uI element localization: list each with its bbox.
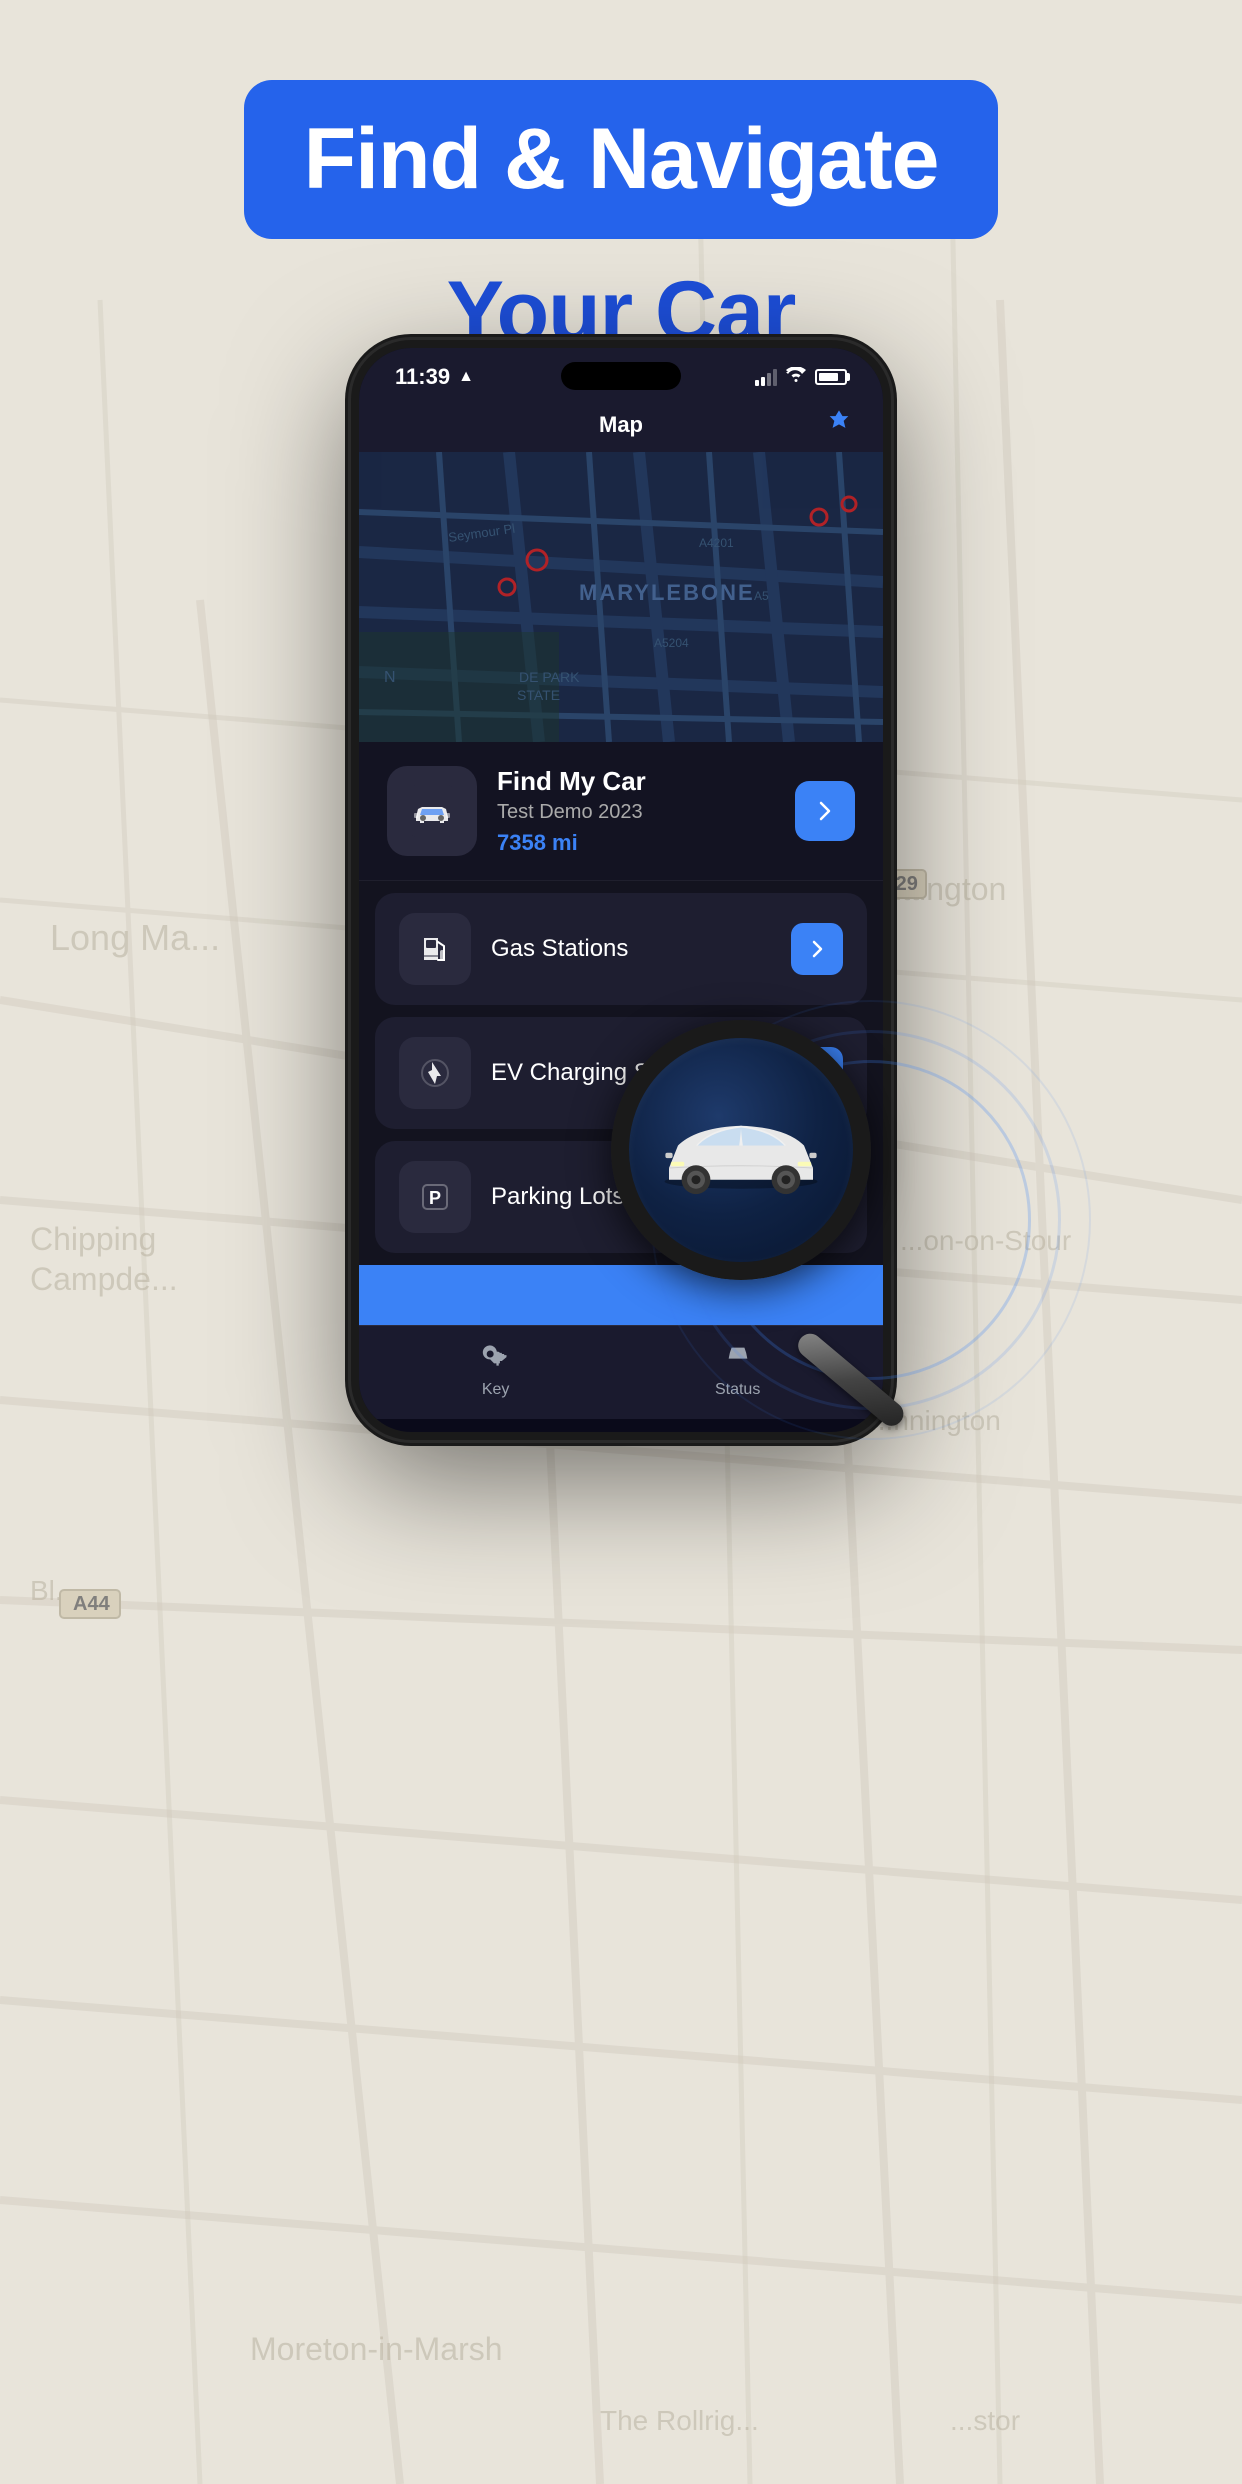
battery-icon: [815, 369, 847, 385]
magnifier-glass: [611, 1020, 871, 1280]
map-view: MARYLEBONE DE PARK STATE N Seymour Pl A4…: [359, 452, 883, 742]
gas-stations-arrow[interactable]: [791, 923, 843, 975]
svg-text:MARYLEBONE: MARYLEBONE: [579, 580, 755, 605]
find-car-info: Find My Car Test Demo 2023 7358 mi: [497, 766, 775, 856]
svg-text:A44: A44: [73, 1593, 111, 1615]
svg-text:The Rollrig...: The Rollrig...: [600, 2405, 759, 2436]
key-tab-label: Key: [482, 1381, 510, 1399]
app-nav-bar: Map: [359, 398, 883, 452]
find-car-subtitle: Test Demo 2023: [497, 801, 775, 824]
location-arrow-icon: ▲: [458, 368, 474, 386]
signal-icon: [755, 368, 777, 386]
svg-text:Long Ma...: Long Ma...: [50, 917, 220, 958]
find-car-mileage: 7358 mi: [497, 830, 775, 856]
gas-stations-label: Gas Stations: [491, 935, 771, 963]
svg-text:A5: A5: [754, 589, 769, 603]
headline-text: Find & Navigate: [304, 110, 939, 209]
phone-mockup: 11:39 ▲: [351, 340, 891, 1440]
gas-stations-item[interactable]: Gas Stations: [375, 893, 867, 1005]
svg-text:...stor: ...stor: [950, 2405, 1020, 2436]
wifi-icon: [785, 366, 807, 389]
svg-text:A4201: A4201: [699, 536, 734, 550]
status-tab-label: Status: [715, 1381, 760, 1399]
svg-text:Moreton-in-Marsh: Moreton-in-Marsh: [250, 2331, 503, 2367]
car-icon-box: [387, 766, 477, 856]
svg-text:Chipping: Chipping: [30, 1221, 156, 1257]
svg-text:P: P: [429, 1188, 441, 1208]
status-time: 11:39 ▲: [395, 364, 474, 390]
gas-icon-box: [399, 913, 471, 985]
svg-text:A5204: A5204: [654, 636, 689, 650]
headline-badge: Find & Navigate: [244, 80, 999, 239]
svg-text:N: N: [384, 669, 396, 686]
svg-text:Campde...: Campde...: [30, 1261, 178, 1297]
key-icon: [482, 1340, 510, 1375]
header: Find & Navigate Your Car: [0, 80, 1242, 362]
dynamic-island: [561, 362, 681, 390]
ev-icon-box: [399, 1037, 471, 1109]
tab-key[interactable]: Key: [482, 1340, 510, 1399]
find-my-car-card[interactable]: Find My Car Test Demo 2023 7358 mi: [359, 742, 883, 881]
parking-icon-box: P: [399, 1161, 471, 1233]
svg-text:STATE: STATE: [517, 687, 560, 703]
find-car-title: Find My Car: [497, 766, 775, 797]
magnifier: [611, 1020, 951, 1360]
gem-icon: [825, 408, 853, 443]
nav-title: Map: [599, 412, 643, 438]
status-icons: [755, 366, 847, 389]
find-car-arrow-button[interactable]: [795, 781, 855, 841]
svg-text:DE PARK: DE PARK: [519, 669, 580, 685]
